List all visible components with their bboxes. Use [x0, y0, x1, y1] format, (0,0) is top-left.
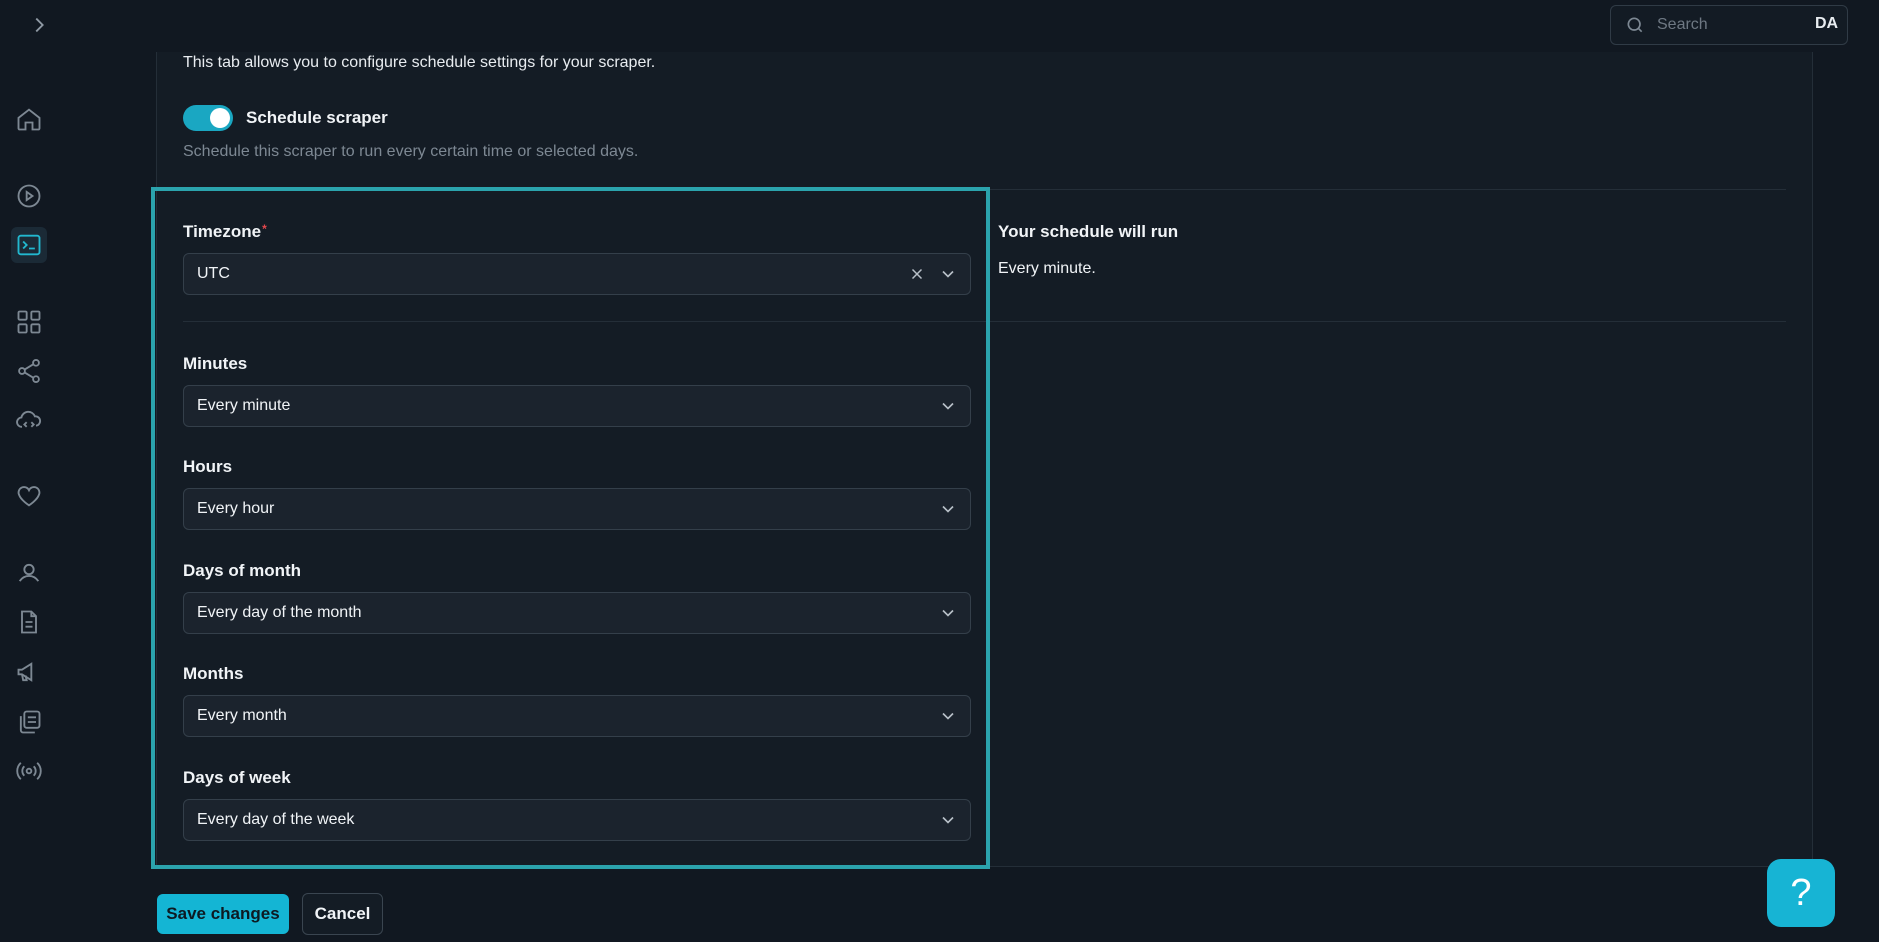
megaphone-icon[interactable]	[11, 654, 47, 690]
document-icon[interactable]	[11, 604, 47, 640]
days-of-month-select[interactable]: Every day of the month	[183, 592, 971, 634]
chevron-down-icon[interactable]	[938, 603, 958, 623]
timezone-select[interactable]: UTC	[183, 253, 971, 295]
schedule-toggle-label: Schedule scraper	[246, 108, 388, 127]
copy-icon[interactable]	[11, 704, 47, 740]
search-icon	[1627, 17, 1643, 33]
hours-value: Every hour	[197, 500, 275, 517]
schedule-toggle[interactable]	[183, 105, 233, 131]
months-value: Every month	[197, 707, 287, 724]
broadcast-icon[interactable]	[11, 753, 47, 789]
hours-select[interactable]: Every hour	[183, 488, 971, 530]
days-of-week-label: Days of week	[183, 768, 291, 787]
schedule-intro-text: This tab allows you to configure schedul…	[183, 54, 656, 71]
chevron-down-icon[interactable]	[938, 264, 958, 284]
minutes-select[interactable]: Every minute	[183, 385, 971, 427]
user-avatar[interactable]: DA	[1815, 15, 1838, 33]
terminal-icon[interactable]	[11, 227, 47, 263]
required-mark: *	[262, 222, 267, 236]
chevron-down-icon[interactable]	[938, 499, 958, 519]
grid-icon[interactable]	[11, 304, 47, 340]
schedule-summary-title: Your schedule will run	[998, 222, 1179, 241]
clear-icon[interactable]	[908, 265, 926, 283]
minutes-value: Every minute	[197, 397, 291, 414]
home-icon[interactable]	[11, 101, 47, 137]
user-icon[interactable]	[11, 555, 47, 591]
months-select[interactable]: Every month	[183, 695, 971, 737]
days-of-week-value: Every day of the week	[197, 811, 355, 828]
heart-icon[interactable]	[11, 478, 47, 514]
play-circle-icon[interactable]	[11, 178, 47, 214]
question-mark-icon: ?	[1790, 871, 1812, 914]
timezone-label: Timezone*	[183, 222, 267, 242]
chevron-right-icon[interactable]	[26, 12, 52, 38]
save-changes-button[interactable]: Save changes	[157, 894, 289, 934]
months-label: Months	[183, 664, 244, 683]
cloud-code-icon[interactable]	[11, 403, 47, 439]
days-of-month-label: Days of month	[183, 561, 302, 580]
hours-label: Hours	[183, 457, 233, 476]
timezone-label-text: Timezone	[183, 222, 262, 241]
chevron-down-icon[interactable]	[938, 810, 958, 830]
minutes-label: Minutes	[183, 354, 248, 373]
days-of-week-select[interactable]: Every day of the week	[183, 799, 971, 841]
toggle-knob	[210, 108, 230, 128]
chevron-down-icon[interactable]	[938, 396, 958, 416]
days-of-month-value: Every day of the month	[197, 604, 362, 621]
search-box[interactable]	[1610, 5, 1848, 45]
sidebar	[0, 0, 58, 942]
schedule-summary-text: Every minute.	[998, 260, 1096, 277]
cancel-button[interactable]: Cancel	[302, 893, 383, 935]
chevron-down-icon[interactable]	[938, 706, 958, 726]
search-input[interactable]	[1655, 15, 1839, 35]
share-icon[interactable]	[11, 353, 47, 389]
timezone-value: UTC	[197, 265, 230, 282]
help-button[interactable]: ?	[1767, 859, 1835, 927]
schedule-toggle-description: Schedule this scraper to run every certa…	[183, 143, 639, 160]
